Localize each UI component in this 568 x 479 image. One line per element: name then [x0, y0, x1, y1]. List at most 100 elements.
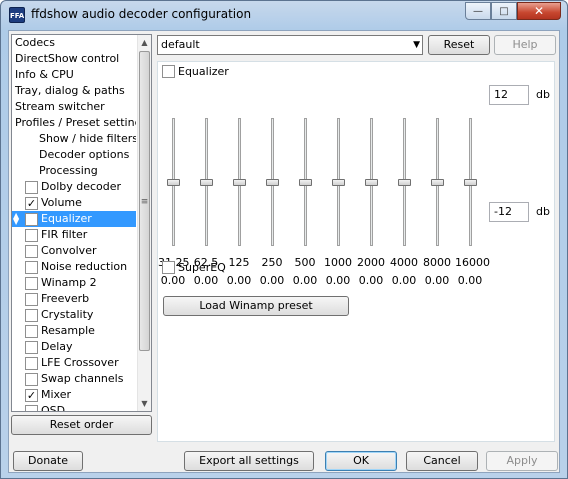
sidebar-item[interactable]: Codecs	[12, 35, 136, 51]
donate-button[interactable]: Donate	[13, 451, 83, 471]
sidebar-item[interactable]: Convolver	[12, 243, 136, 259]
sidebar-item-label: Dolby decoder	[41, 180, 122, 193]
sidebar-item[interactable]: Info & CPU	[12, 67, 136, 83]
apply-button[interactable]: Apply	[486, 451, 558, 471]
slider-thumb[interactable]	[266, 179, 279, 186]
sidebar-item-label: OSD	[41, 404, 66, 411]
checked-checkbox-icon[interactable]: ✓	[25, 196, 38, 210]
window-title: ffdshow audio decoder configuration	[31, 7, 252, 21]
band-slider[interactable]	[266, 118, 279, 246]
band-slider[interactable]	[233, 118, 246, 246]
checkbox-icon[interactable]	[25, 292, 38, 306]
sidebar-item[interactable]: ✓ Mixer	[12, 387, 136, 403]
checkbox-icon[interactable]	[25, 212, 38, 226]
scroll-up-icon[interactable]: ▲	[138, 35, 151, 50]
sidebar-item-label: FIR filter	[41, 228, 88, 241]
sidebar-item[interactable]: Processing	[12, 163, 136, 179]
sidebar-item[interactable]: Resample	[12, 323, 136, 339]
band-frequency-label: 1000	[324, 256, 352, 269]
band-value-label: 0.00	[424, 274, 450, 287]
slider-thumb[interactable]	[365, 179, 378, 186]
sidebar-item[interactable]: FIR filter	[12, 227, 136, 243]
slider-thumb[interactable]	[299, 179, 312, 186]
minimize-button[interactable]: —	[465, 2, 491, 20]
ok-button[interactable]: OK	[325, 451, 397, 471]
slider-thumb[interactable]	[200, 179, 213, 186]
reset-order-button[interactable]: Reset order	[11, 415, 152, 435]
band-slider[interactable]	[464, 118, 477, 246]
max-db-field[interactable]: 12	[489, 85, 529, 105]
preset-select[interactable]: default ▼	[157, 35, 423, 55]
min-db-field[interactable]: -12	[489, 202, 529, 222]
preset-reset-button[interactable]: Reset	[428, 35, 490, 55]
slider-thumb[interactable]	[332, 179, 345, 186]
sidebar-item[interactable]: Delay	[12, 339, 136, 355]
band-slider[interactable]	[398, 118, 411, 246]
sidebar-item[interactable]: Crystality	[12, 307, 136, 323]
band-slider[interactable]	[332, 118, 345, 246]
sidebar-item[interactable]: ▲ ▼ Equalizer	[12, 211, 136, 227]
sidebar-item[interactable]: Swap channels	[12, 371, 136, 387]
equalizer-enable-checkbox[interactable]: Equalizer	[162, 65, 229, 78]
checkbox-icon[interactable]	[25, 324, 38, 338]
filter-list-items: Codecs DirectShow control Info & CPU Tray, …	[12, 35, 136, 411]
slider-thumb[interactable]	[167, 179, 180, 186]
band-slider[interactable]	[431, 118, 444, 246]
band-value-label: 0.00	[358, 274, 384, 287]
sidebar-item[interactable]: Freeverb	[12, 291, 136, 307]
checkbox-icon[interactable]	[25, 180, 38, 194]
export-all-settings-button[interactable]: Export all settings	[184, 451, 314, 471]
title-bar[interactable]: FFA ffdshow audio decoder configuration …	[1, 1, 567, 29]
checked-checkbox-icon[interactable]: ✓	[25, 388, 38, 402]
checkbox-icon[interactable]	[25, 276, 38, 290]
checkbox-icon[interactable]	[25, 228, 38, 242]
sidebar-item-label: Info & CPU	[15, 68, 74, 81]
sidebar-item[interactable]: Stream switcher	[12, 99, 136, 115]
sidebar-item[interactable]: Tray, dialog & paths	[12, 83, 136, 99]
sidebar-item-label: Delay	[41, 340, 73, 353]
sidebar-item[interactable]: ✓ Volume	[12, 195, 136, 211]
maximize-button[interactable]: □	[491, 2, 517, 20]
sidebar-item[interactable]: OSD	[12, 403, 136, 411]
close-icon: ✕	[533, 4, 545, 18]
sidebar-item[interactable]: LFE Crossover	[12, 355, 136, 371]
sidebar-item[interactable]: Dolby decoder	[12, 179, 136, 195]
band-slider[interactable]	[365, 118, 378, 246]
band-slider[interactable]	[200, 118, 213, 246]
checkbox-icon[interactable]	[25, 340, 38, 354]
sidebar-item-label: Equalizer	[41, 212, 92, 225]
band-slider[interactable]	[167, 118, 180, 246]
band-value-label: 0.00	[457, 274, 483, 287]
slider-thumb[interactable]	[233, 179, 246, 186]
sidebar-item[interactable]: Decoder options	[12, 147, 136, 163]
load-winamp-preset-button[interactable]: Load Winamp preset	[163, 296, 349, 316]
sidebar-item[interactable]: DirectShow control	[12, 51, 136, 67]
ffdshow-app-icon: FFA	[9, 7, 25, 23]
band-slider[interactable]	[299, 118, 312, 246]
sidebar-item[interactable]: Show / hide filters	[12, 131, 136, 147]
checkbox-icon[interactable]	[25, 260, 38, 274]
slider-thumb[interactable]	[431, 179, 444, 186]
checkbox-icon[interactable]	[25, 404, 38, 411]
checkbox-icon[interactable]	[25, 372, 38, 386]
help-button[interactable]: Help	[494, 35, 556, 55]
band-frequency-label: 8000	[423, 256, 451, 269]
sidebar-item[interactable]: Winamp 2	[12, 275, 136, 291]
sidebar-item[interactable]: Noise reduction	[12, 259, 136, 275]
supereq-checkbox[interactable]: SuperEQ	[162, 261, 226, 274]
app-window: FFA ffdshow audio decoder configuration …	[0, 0, 568, 479]
slider-thumb[interactable]	[464, 179, 477, 186]
reorder-arrows-icon[interactable]: ▲ ▼	[13, 212, 22, 226]
scrollbar-thumb[interactable]: ≡	[139, 51, 150, 351]
cancel-button[interactable]: Cancel	[406, 451, 478, 471]
slider-thumb[interactable]	[398, 179, 411, 186]
scroll-down-icon[interactable]: ▼	[138, 396, 151, 411]
checkbox-icon[interactable]	[25, 356, 38, 370]
sidebar-item[interactable]: Profiles / Preset settings	[12, 115, 136, 131]
band-value-label: 0.00	[391, 274, 417, 287]
checkbox-icon[interactable]	[25, 308, 38, 322]
close-button[interactable]: ✕	[517, 2, 561, 20]
checkbox-icon[interactable]	[25, 244, 38, 258]
filter-list-scrollbar[interactable]: ▲ ≡ ▼	[137, 35, 151, 411]
sidebar-item-label: Codecs	[15, 36, 55, 49]
